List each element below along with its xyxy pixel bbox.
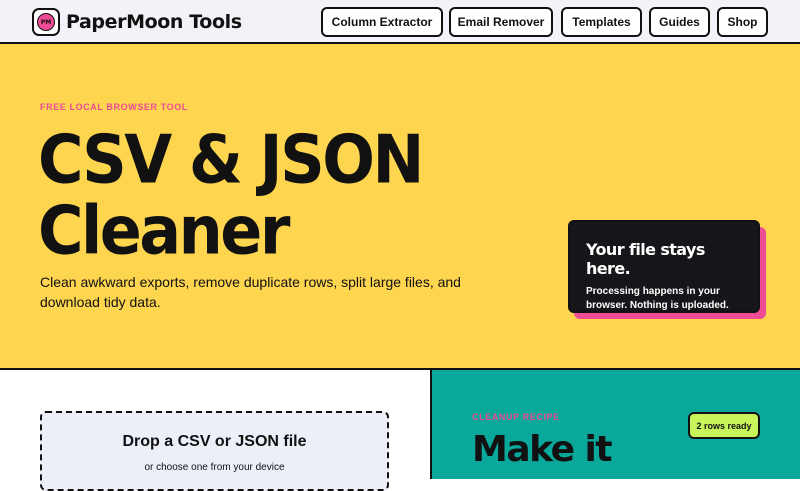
- cleanup-recipe-panel: CLEANUP RECIPE Make it 2 rows ready: [432, 370, 800, 479]
- nav-templates[interactable]: Templates: [561, 7, 642, 37]
- hero-eyebrow: FREE LOCAL BROWSER TOOL: [40, 102, 188, 112]
- file-dropzone[interactable]: Drop a CSV or JSON file or choose one fr…: [40, 411, 389, 491]
- nav-guides[interactable]: Guides: [649, 7, 710, 37]
- privacy-card: Your file stays here. Processing happens…: [568, 220, 760, 313]
- nav-shop[interactable]: Shop: [717, 7, 768, 37]
- page-title: CSV & JSON Cleaner: [38, 119, 424, 270]
- privacy-title: Your file stays here.: [586, 240, 705, 278]
- nav-email-remover[interactable]: Email Remover: [449, 7, 553, 37]
- dropzone-title: Drop a CSV or JSON file: [122, 433, 307, 450]
- dropzone-subtitle: or choose one from your device: [144, 462, 285, 473]
- recipe-eyebrow: CLEANUP RECIPE: [472, 412, 560, 422]
- privacy-text: Processing happens in your browser. Noth…: [586, 286, 729, 311]
- top-navigation-bar: PM PaperMoon Tools Column Extractor Emai…: [0, 0, 800, 44]
- logo-mark: PM: [37, 13, 55, 31]
- upload-panel: Drop a CSV or JSON file or choose one fr…: [0, 370, 431, 491]
- brand-name: PaperMoon Tools: [66, 11, 242, 33]
- hero-section: FREE LOCAL BROWSER TOOL CSV & JSON Clean…: [0, 44, 800, 370]
- hero-subtitle: Clean awkward exports, remove duplicate …: [40, 274, 461, 310]
- brand[interactable]: PM PaperMoon Tools: [32, 8, 242, 36]
- nav-column-extractor[interactable]: Column Extractor: [321, 7, 443, 37]
- moon-logo-icon: PM: [32, 8, 60, 36]
- rows-ready-badge: 2 rows ready: [688, 412, 760, 439]
